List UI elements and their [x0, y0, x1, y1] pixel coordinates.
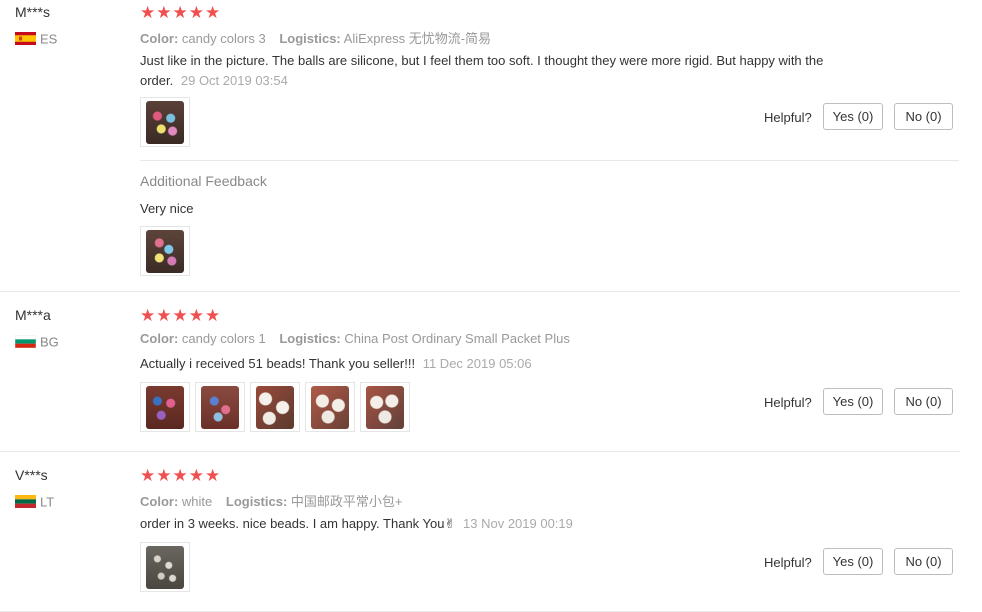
review-photo[interactable] — [195, 382, 245, 432]
review-text: order in 3 weeks. nice beads. I am happy… — [140, 514, 850, 534]
additional-feedback-photos — [140, 226, 190, 276]
review-body: Actually i received 51 beads! Thank you … — [140, 356, 416, 371]
review-item: M***a BG ★★★★★ Color: candy colors 1 Log… — [0, 292, 982, 452]
reviewer-country: ES — [15, 30, 57, 46]
reviewer-country: LT — [15, 493, 54, 509]
review-photo[interactable] — [250, 382, 300, 432]
review-meta: Color: candy colors 1 Logistics: China P… — [140, 331, 570, 346]
reviewer-name: M***s — [15, 4, 51, 20]
star-rating: ★★★★★ — [140, 3, 222, 22]
review-photos — [140, 97, 190, 147]
reviewer-name: M***a — [15, 307, 51, 323]
color-label: Color: — [140, 494, 179, 509]
country-code: ES — [40, 31, 58, 47]
review-date: 11 Dec 2019 05:06 — [422, 356, 532, 371]
helpful-vote: Helpful? Yes (0) No (0) — [753, 388, 953, 416]
review-body: order in 3 weeks. nice beads. I am happy… — [140, 516, 456, 531]
review-date: 13 Nov 2019 00:19 — [463, 516, 573, 531]
lithuania-flag-icon — [15, 495, 36, 509]
spain-flag-icon — [15, 32, 36, 46]
review-date: 29 Oct 2019 03:54 — [180, 72, 288, 88]
review-photo[interactable] — [360, 382, 410, 432]
review-text: Actually i received 51 beads! Thank you … — [140, 354, 850, 374]
logistics-value: China Post Ordinary Small Packet Plus — [344, 331, 570, 346]
yes-button[interactable]: Yes (0) — [823, 388, 883, 415]
reviewer-name: V***s — [15, 467, 48, 483]
review-text: Just like in the picture. The balls are … — [140, 51, 850, 90]
reviewer-country: BG — [15, 333, 59, 349]
color-label: Color: — [140, 31, 179, 46]
additional-feedback-label: Additional Feedback — [140, 173, 267, 189]
country-code: LT — [40, 494, 55, 510]
yes-button[interactable]: Yes (0) — [823, 548, 883, 575]
star-rating: ★★★★★ — [140, 306, 222, 325]
helpful-vote: Helpful? Yes (0) No (0) — [753, 548, 953, 576]
no-button[interactable]: No (0) — [894, 548, 953, 575]
country-code: BG — [40, 334, 59, 350]
no-button[interactable]: No (0) — [894, 103, 953, 130]
yes-button[interactable]: Yes (0) — [823, 103, 883, 130]
review-meta: Color: white Logistics: 中国邮政平常小包+ — [140, 491, 403, 510]
logistics-value: AliExpress 无忧物流-简易 — [343, 31, 492, 46]
color-label: Color: — [140, 331, 179, 346]
review-item: V***s LT ★★★★★ Color: white Logistics: 中… — [0, 452, 982, 612]
review-photo[interactable] — [140, 97, 190, 147]
review-photo[interactable] — [140, 382, 190, 432]
review-item: M***s ES ★★★★★ Color: candy colors 3 Log… — [0, 0, 982, 292]
review-photo[interactable] — [140, 226, 190, 276]
logistics-label: Logistics: — [279, 331, 341, 346]
helpful-label: Helpful? — [764, 110, 812, 125]
color-value: white — [181, 494, 213, 509]
helpful-label: Helpful? — [764, 555, 812, 570]
logistics-label: Logistics: — [225, 494, 288, 509]
no-button[interactable]: No (0) — [894, 388, 953, 415]
review-photo[interactable] — [140, 542, 190, 592]
color-value: candy colors 3 — [181, 31, 266, 46]
review-photo[interactable] — [305, 382, 355, 432]
review-photos — [140, 542, 190, 592]
logistics-value: 中国邮政平常小包+ — [290, 494, 403, 509]
color-value: candy colors 1 — [181, 331, 266, 346]
helpful-label: Helpful? — [764, 395, 812, 410]
review-meta: Color: candy colors 3 Logistics: AliExpr… — [140, 28, 491, 47]
logistics-label: Logistics: — [279, 31, 341, 46]
additional-feedback-text: Very nice — [140, 201, 194, 216]
star-rating: ★★★★★ — [140, 466, 222, 485]
divider — [140, 160, 959, 161]
helpful-vote: Helpful? Yes (0) No (0) — [753, 103, 953, 131]
bulgaria-flag-icon — [15, 335, 36, 349]
review-photos — [140, 382, 412, 432]
